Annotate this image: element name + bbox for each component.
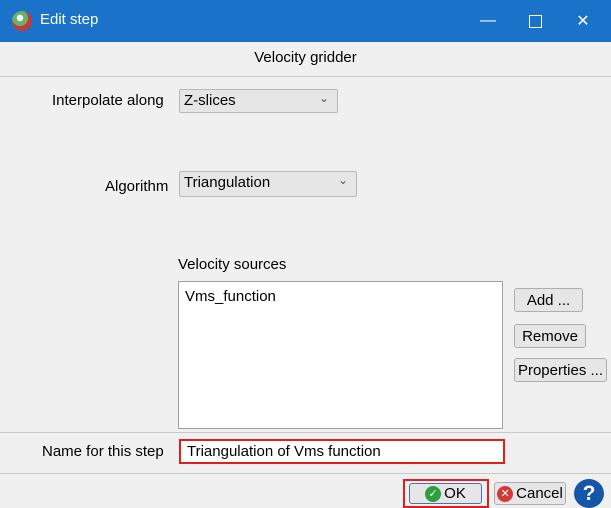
cancel-button[interactable]: ✕ Cancel	[494, 482, 566, 505]
x-circle-icon: ✕	[497, 485, 514, 502]
algorithm-dropdown[interactable]: Triangulation ⌄	[179, 171, 357, 197]
algorithm-label: Algorithm	[105, 178, 169, 195]
ok-button[interactable]: ✓ OK	[409, 483, 482, 504]
list-item[interactable]: Vms_function	[185, 288, 276, 305]
ok-label: OK	[444, 485, 466, 502]
maximize-icon	[528, 14, 542, 28]
add-button[interactable]: Add ...	[514, 288, 583, 312]
ok-highlight: ✓ OK	[403, 479, 489, 508]
check-circle-icon: ✓	[425, 485, 442, 502]
step-name-label: Name for this step	[42, 443, 164, 460]
cancel-label: Cancel	[516, 485, 563, 502]
footer-divider	[0, 473, 611, 474]
interpolate-dropdown[interactable]: Z-slices ⌄	[179, 89, 338, 113]
title-bar[interactable]: Edit step — ✕	[0, 0, 611, 42]
section-divider	[0, 432, 611, 433]
interpolate-value: Z-slices	[184, 92, 236, 109]
help-button[interactable]: ?	[574, 479, 604, 508]
remove-button[interactable]: Remove	[514, 324, 586, 348]
velocity-sources-list[interactable]: Vms_function	[178, 281, 503, 429]
window-title: Edit step	[40, 11, 99, 28]
header-divider	[0, 76, 611, 77]
interpolate-label: Interpolate along	[52, 92, 164, 109]
close-button[interactable]: ✕	[560, 0, 606, 42]
app-logo-icon	[12, 11, 32, 31]
chevron-down-icon: ⌄	[337, 173, 348, 187]
velocity-sources-label: Velocity sources	[178, 256, 287, 273]
algorithm-value: Triangulation	[184, 174, 271, 191]
minimize-button[interactable]: —	[465, 0, 511, 42]
properties-button[interactable]: Properties ...	[514, 358, 607, 382]
maximize-button[interactable]	[512, 0, 558, 42]
page-title: Velocity gridder	[254, 49, 357, 66]
step-name-field[interactable]: Triangulation of Vms function	[179, 439, 505, 464]
chevron-down-icon: ⌄	[318, 91, 329, 105]
